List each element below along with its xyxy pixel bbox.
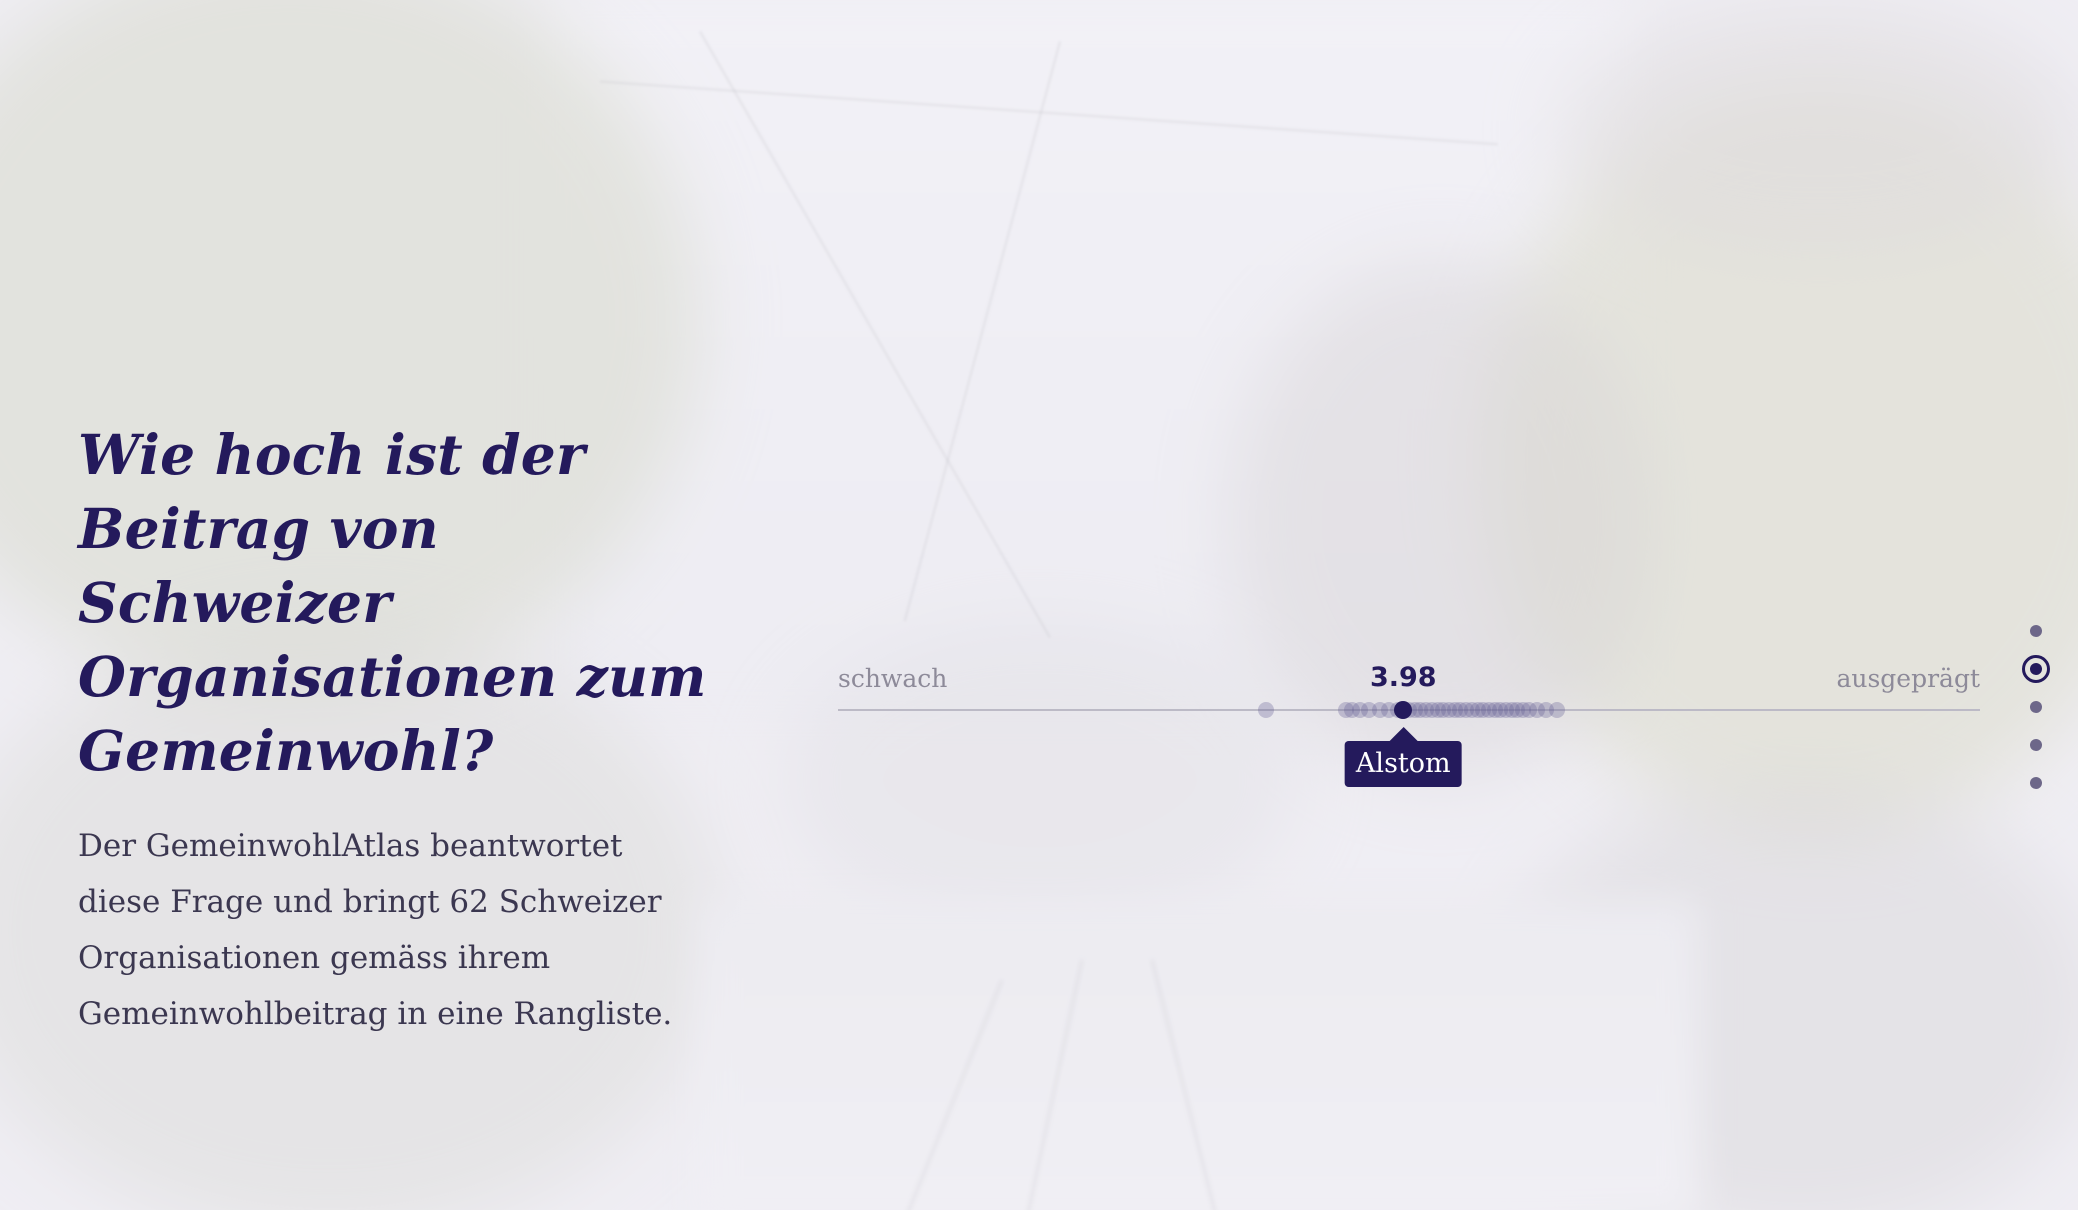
contribution-scale[interactable]: schwach ausgeprägt 3.98 Alstom — [838, 660, 1980, 800]
section-nav-dot-3[interactable] — [2030, 701, 2042, 713]
intro-text: Der GemeinwohlAtlas beantwortet diese Fr… — [78, 828, 673, 1032]
scale-label-low: schwach — [838, 664, 948, 693]
page: Wie hoch ist der Beitrag von Schweizer O… — [0, 0, 2078, 1210]
selected-organization-tooltip: Alstom — [1344, 727, 1462, 787]
section-nav-dot-4[interactable] — [2030, 739, 2042, 751]
section-nav — [2022, 617, 2050, 797]
organization-point[interactable] — [1549, 702, 1566, 718]
section-nav-dot-1[interactable] — [2030, 625, 2042, 637]
selected-value-label: 3.98 — [1369, 662, 1437, 693]
headline: Wie hoch ist der Beitrag von Schweizer O… — [78, 422, 707, 783]
organization-point[interactable] — [1258, 702, 1275, 718]
section-nav-dot-2[interactable] — [2022, 655, 2050, 683]
scale-label-high: ausgeprägt — [1836, 664, 1980, 693]
section-nav-dot-5[interactable] — [2030, 777, 2042, 789]
